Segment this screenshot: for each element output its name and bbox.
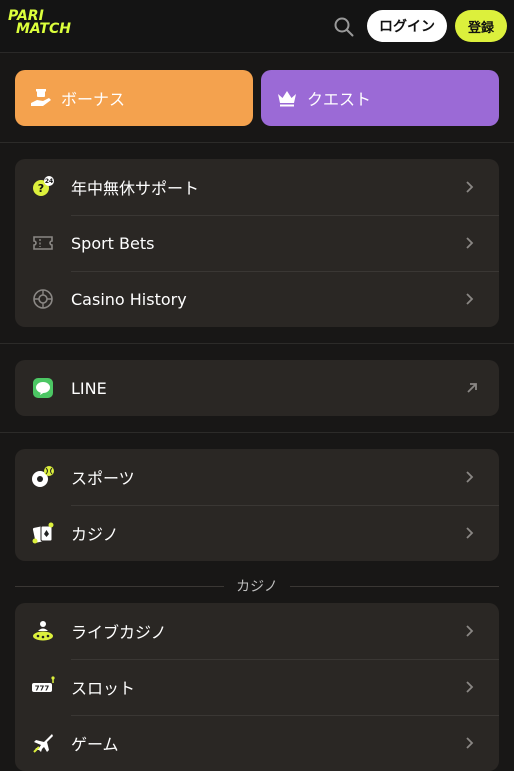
ticket-icon [31, 231, 55, 255]
line-icon [31, 376, 55, 400]
sports-card: スポーツ カジノ [15, 449, 499, 561]
top-bar: PARI MATCH ログイン 登録 [0, 0, 514, 53]
row-label: LINE [71, 378, 107, 398]
section-title: カジノ [236, 579, 278, 595]
row-label: ライブカジノ [71, 623, 167, 642]
chevron-right-icon [466, 293, 474, 305]
parimatch-logo[interactable]: PARI MATCH [8, 9, 71, 37]
register-button[interactable]: 登録 [455, 10, 507, 42]
row-label: カジノ [71, 525, 119, 544]
external-link-icon [467, 383, 477, 393]
gift-hand-icon [29, 86, 53, 110]
svg-text:24: 24 [45, 178, 53, 185]
crown-icon [275, 86, 299, 110]
chevron-right-icon [466, 527, 474, 539]
chevron-right-icon [466, 471, 474, 483]
sport-bets-row[interactable]: Sport Bets [15, 215, 499, 271]
support-24-icon: ? 24 [31, 175, 55, 199]
row-label: Sport Bets [71, 233, 155, 253]
sports-row[interactable]: スポーツ [15, 449, 499, 505]
row-label: スロット [71, 679, 136, 698]
divider [0, 142, 514, 143]
support-card: ? 24 年中無休サポート Sport Bets Casino History [15, 159, 499, 327]
chevron-right-icon [466, 625, 474, 637]
plane-game-icon [31, 731, 55, 755]
cards-icon [31, 521, 55, 545]
login-button[interactable]: ログイン [367, 10, 447, 42]
line-card: LINE [15, 360, 499, 416]
live-dealer-icon [31, 619, 55, 643]
chevron-right-icon [466, 737, 474, 749]
chevron-right-icon [466, 681, 474, 693]
sports-ball-icon [31, 465, 55, 489]
slot-777-icon: 777 [31, 675, 55, 699]
live-casino-row[interactable]: ライブカジノ [15, 603, 499, 659]
bonus-button[interactable]: ボーナス [15, 70, 253, 126]
support-row[interactable]: ? 24 年中無休サポート [15, 159, 499, 215]
row-label: ゲーム [71, 735, 119, 754]
row-label: Casino History [71, 289, 187, 309]
slots-row[interactable]: 777 スロット [15, 659, 499, 715]
svg-text:777: 777 [35, 685, 50, 693]
row-label: 年中無休サポート [71, 179, 200, 198]
divider [0, 432, 514, 433]
logo-line2: MATCH [16, 21, 71, 37]
search-icon[interactable] [333, 16, 355, 38]
row-label: スポーツ [71, 469, 135, 488]
quest-button[interactable]: クエスト [261, 70, 499, 126]
divider [0, 343, 514, 344]
line-row[interactable]: LINE [15, 360, 499, 416]
casino-section-header: カジノ [15, 575, 500, 597]
chevron-right-icon [466, 181, 474, 193]
casino-row[interactable]: カジノ [15, 505, 499, 561]
quest-label: クエスト [307, 90, 372, 109]
casino-card: ライブカジノ 777 スロット ゲーム [15, 603, 499, 771]
games-row[interactable]: ゲーム [15, 715, 499, 771]
svg-text:?: ? [38, 182, 44, 195]
chevron-right-icon [466, 237, 474, 249]
bonus-label: ボーナス [61, 90, 126, 109]
divider-line [15, 585, 225, 587]
divider-line [289, 585, 500, 587]
roulette-icon [31, 287, 55, 311]
casino-history-row[interactable]: Casino History [15, 271, 499, 327]
